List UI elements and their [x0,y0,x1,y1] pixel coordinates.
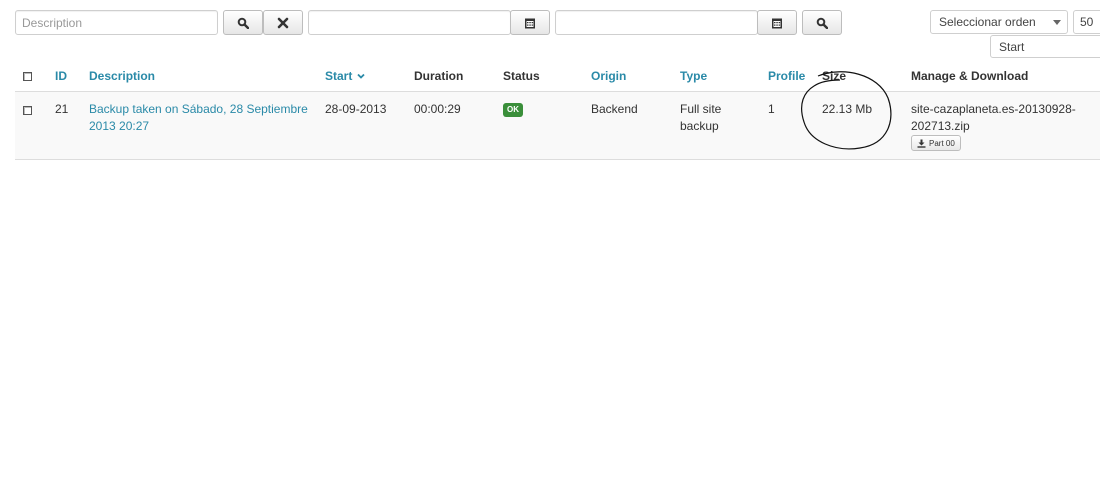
row-select-checkbox[interactable] [23,106,32,115]
column-header-start-label: Start [325,69,353,83]
column-header-id[interactable]: ID [55,69,67,83]
search-icon [816,17,828,29]
column-header-type[interactable]: Type [680,69,707,83]
column-header-duration: Duration [414,69,464,83]
calendar-icon [525,18,535,28]
order-select[interactable]: Seleccionar orden [930,10,1068,34]
description-filter-field[interactable] [16,11,217,34]
chevron-down-icon [1053,20,1061,25]
search-icon [237,17,249,29]
description-filter-input[interactable] [15,10,218,35]
row-filename-line2: 202713.zip [911,119,970,133]
column-header-origin[interactable]: Origin [591,69,626,83]
download-icon [917,139,926,148]
date-from-field[interactable] [309,11,510,34]
row-type: Full site backup [680,101,721,135]
status-badge-label: OK [503,103,523,117]
limit-select-value: 50 [1080,15,1094,29]
status-badge: OK [503,101,523,117]
clear-filter-button[interactable] [263,10,303,35]
download-part-button[interactable]: Part 00 [911,135,961,151]
date-to-field[interactable] [556,11,757,34]
limit-select[interactable]: 50 [1073,10,1100,34]
row-duration: 00:00:29 [414,102,461,116]
row-filename: site-cazaplaneta.es-20130928- 202713.zip [911,101,1096,135]
date-search-button[interactable] [802,10,842,35]
row-filename-line1: site-cazaplaneta.es-20130928- [911,102,1076,116]
column-header-description[interactable]: Description [89,69,155,83]
hand-drawn-circle-annotation [801,71,892,150]
column-header-manage-download: Manage & Download [911,69,1029,83]
calendar-icon [772,18,782,28]
row-start-date: 28-09-2013 [325,102,387,116]
sort-direction-value: Start [999,39,1025,54]
sort-direction-select[interactable]: Start [990,35,1100,58]
row-profile: 1 [768,102,775,116]
date-from-calendar-button[interactable] [510,10,550,35]
row-description-line2: 2013 20:27 [89,119,150,133]
sort-desc-icon [357,73,365,79]
row-origin: Backend [591,102,638,116]
date-from-input[interactable] [308,10,511,35]
row-id: 21 [55,102,69,116]
row-description-line1: Backup taken on Sábado, 28 Septiembre [89,102,308,116]
column-header-start[interactable]: Start [325,69,365,83]
select-all-checkbox[interactable] [23,72,32,81]
order-select-value: Seleccionar orden [939,15,1036,29]
date-to-input[interactable] [555,10,758,35]
column-header-status: Status [503,69,540,83]
row-type-line2: backup [680,119,719,133]
row-description-link[interactable]: Backup taken on Sábado, 28 Septiembre 20… [89,101,319,135]
download-part-label: Part 00 [929,138,955,148]
search-button[interactable] [223,10,263,35]
row-type-line1: Full site [680,102,722,116]
date-to-calendar-button[interactable] [757,10,797,35]
clear-icon [277,17,289,28]
